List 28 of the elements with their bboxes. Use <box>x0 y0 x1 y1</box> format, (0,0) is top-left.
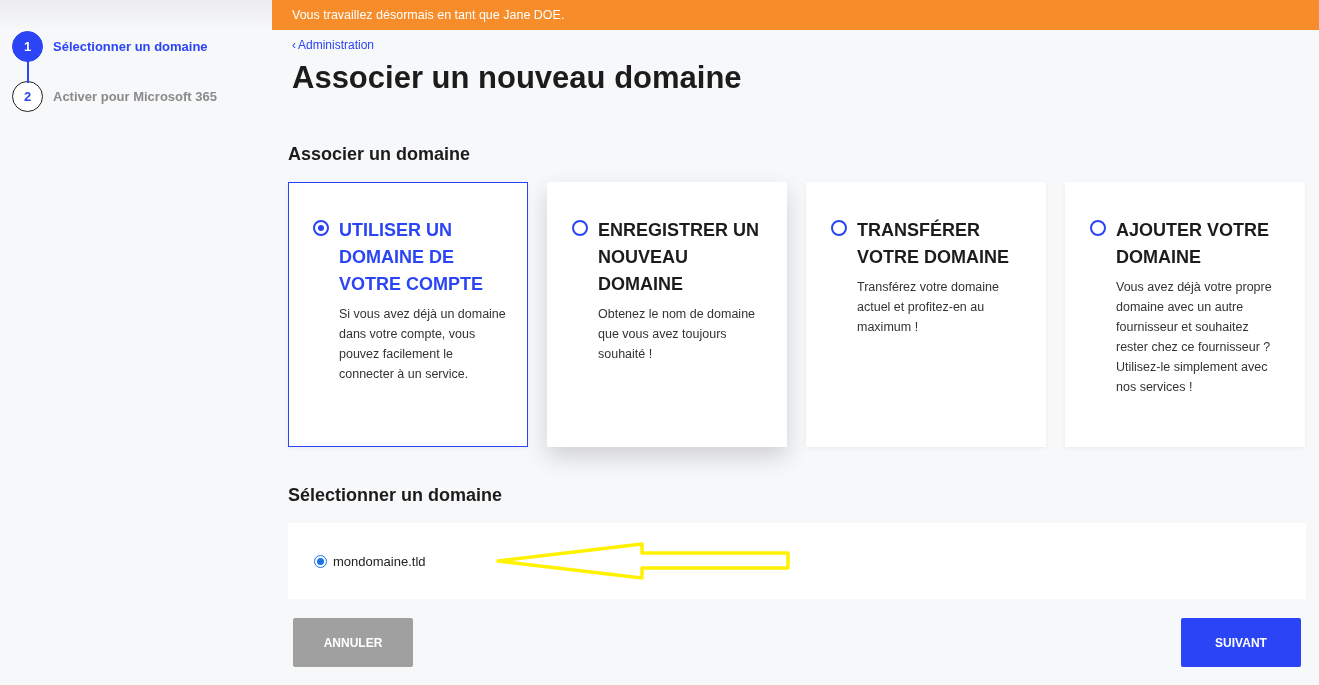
option-description: Vous avez déjà votre propre domaine avec un autre fournisseur et souhaitez rester chez ce fournisseur ? Utilisez-le simplement avec nos services ! <box>1116 279 1273 396</box>
impersonation-banner: Vous travaillez désormais en tant que Jane DOE. <box>272 0 1319 30</box>
step-connector <box>27 59 29 83</box>
radio-button[interactable] <box>313 220 329 236</box>
step-number: 1 <box>12 30 43 62</box>
option-title: UTILISER UN DOMAINE DE VOTRE COMPTE <box>339 219 484 296</box>
section-heading: Sélectionner un domaine <box>288 485 504 506</box>
radio-button[interactable] <box>572 220 588 236</box>
step-label: Activer pour Microsoft 365 <box>53 88 217 104</box>
option-card[interactable]: UTILISER UN DOMAINE DE VOTRE COMPTE Si vous avez déjà un domaine dans votre compte, vous pouvez facilement le connecter à un service. <box>288 182 528 447</box>
option-card[interactable]: TRANSFÉRER VOTRE DOMAINE Transférez votre domaine actuel et profitez-en au maximum ! <box>806 182 1046 447</box>
section-heading: Associer un domaine <box>288 144 472 165</box>
page-title: Associer un nouveau domaine <box>292 60 743 96</box>
option-card[interactable]: AJOUTER VOTRE DOMAINE Vous avez déjà votre propre domaine avec un autre fournisseur et souhaitez rester chez ce fournisseur ? Utilisez-le simplement avec nos services ! <box>1065 182 1305 447</box>
step-label: Sélectionner un domaine <box>53 38 208 54</box>
radio-button[interactable] <box>1090 220 1106 236</box>
option-title: TRANSFÉRER VOTRE DOMAINE <box>857 218 1010 269</box>
domain-name: mondomaine.tld <box>333 553 426 569</box>
next-button[interactable]: SUIVANT <box>1181 618 1301 667</box>
back-link[interactable]: ‹ Administration <box>292 38 1306 52</box>
step-number: 2 <box>12 80 43 112</box>
radio-button[interactable] <box>831 220 847 236</box>
option-card[interactable]: ENREGISTRER UN NOUVEAU DOMAINE Obtenez le nom de domaine que vous avez toujours souhaité ! <box>547 182 787 447</box>
option-title: ENREGISTRER UN NOUVEAU DOMAINE <box>598 219 760 296</box>
option-description: Transférez votre domaine actuel et profitez-en au maximum ! <box>857 279 1000 336</box>
option-title: AJOUTER VOTRE DOMAINE <box>1116 219 1271 269</box>
option-description: Obtenez le nom de domaine que vous avez toujours souhaité ! <box>598 306 757 363</box>
option-description: Si vous avez déjà un domaine dans votre compte, vous pouvez facilement le connecter à un service. <box>339 306 507 383</box>
